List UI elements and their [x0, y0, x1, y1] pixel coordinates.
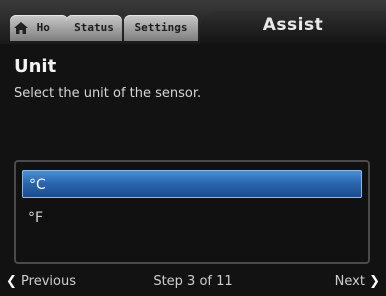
- tab-home-label: Ho: [36, 21, 50, 34]
- bottom-navigation: ❮ Previous Step 3 of 11 Next ❯: [0, 270, 386, 296]
- next-label: Next: [334, 274, 365, 289]
- assist-screen: Ho Status Settings Assist Unit Select th…: [0, 0, 386, 296]
- page-title: Unit: [14, 56, 57, 77]
- home-icon: [14, 22, 28, 34]
- step-indicator: Step 3 of 11: [153, 274, 233, 289]
- tab-bar: Ho Status Settings Assist: [0, 0, 386, 44]
- tab-home[interactable]: Ho: [10, 15, 68, 41]
- option-fahrenheit[interactable]: °F: [22, 204, 362, 232]
- page-description: Select the unit of the sensor.: [14, 86, 202, 101]
- option-celsius[interactable]: °C: [22, 170, 362, 198]
- next-button[interactable]: Next ❯: [335, 274, 380, 289]
- tab-status[interactable]: Status: [66, 15, 122, 41]
- tab-assist-label: Assist: [262, 15, 324, 35]
- chevron-right-icon: ❯: [369, 274, 380, 289]
- tab-assist[interactable]: Assist: [200, 11, 386, 44]
- unit-options-list: °C °F: [14, 160, 370, 264]
- tab-status-label: Status: [74, 21, 114, 34]
- tab-settings-label: Settings: [134, 21, 188, 34]
- tab-settings[interactable]: Settings: [124, 15, 198, 41]
